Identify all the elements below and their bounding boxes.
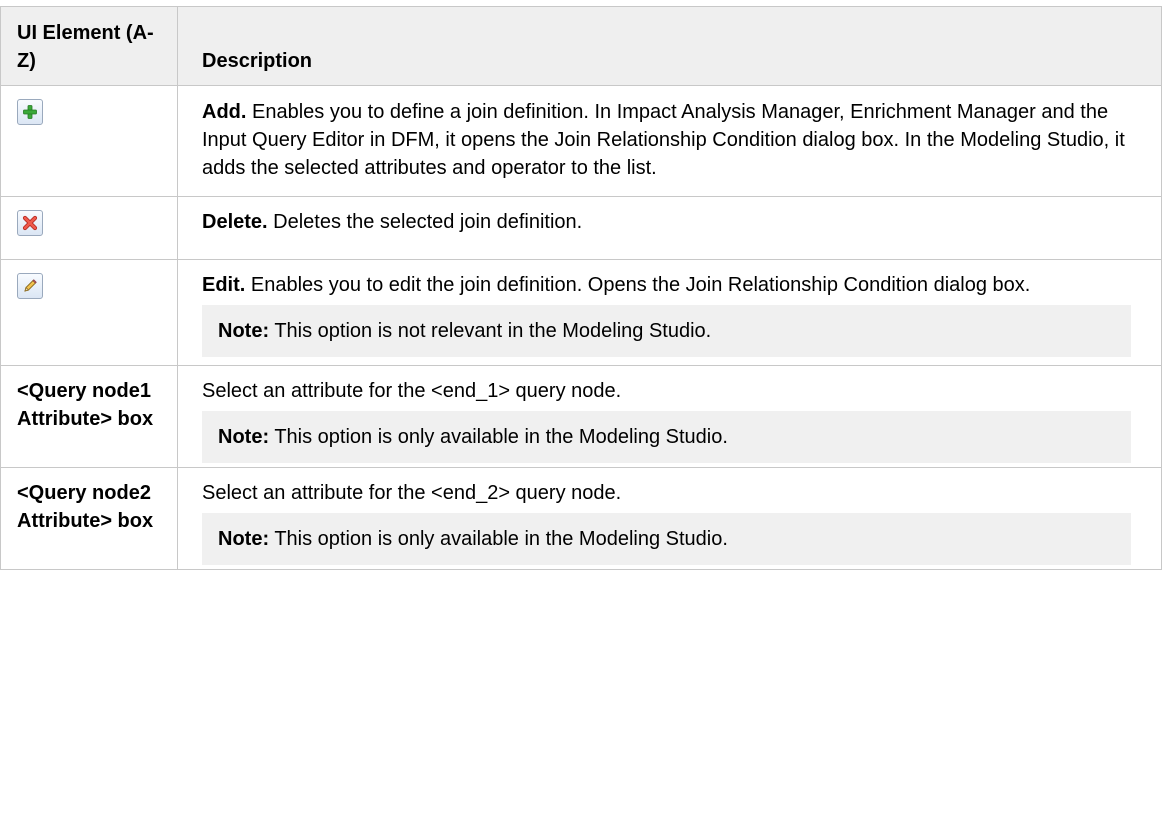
table-row: <Query node1 Attribute> box Select an at… — [0, 365, 1162, 468]
description-text: Deletes the selected join definition. — [273, 211, 583, 233]
column-header-ui-element-label: UI Element (A-Z) — [17, 22, 154, 72]
ui-element-name: <Query node1 Attribute> box — [17, 380, 154, 430]
note-box: Note: This option is only available in t… — [202, 411, 1131, 463]
edit-pencil-icon — [17, 273, 43, 299]
term-label: Edit. — [202, 274, 246, 296]
description-cell: Edit. Enables you to edit the join defin… — [177, 259, 1162, 366]
ui-element-cell — [0, 259, 178, 366]
column-header-description: Description — [177, 6, 1162, 86]
delete-x-icon — [17, 210, 43, 236]
column-header-ui-element: UI Element (A-Z) — [0, 6, 178, 86]
ui-elements-table: UI Element (A-Z) Description Add. Enable… — [0, 6, 1162, 570]
ui-element-name: <Query node2 Attribute> box — [17, 482, 154, 532]
table-header-row: UI Element (A-Z) Description — [0, 6, 1162, 86]
description-text: Select an attribute for the <end_1> quer… — [202, 380, 622, 402]
ui-element-cell — [0, 196, 178, 260]
note-text: This option is not relevant in the Model… — [274, 320, 712, 342]
term-label: Delete. — [202, 211, 268, 233]
ui-element-cell: <Query node2 Attribute> box — [0, 467, 178, 570]
table-row: Add. Enables you to define a join defini… — [0, 85, 1162, 197]
note-text: This option is only available in the Mod… — [274, 426, 728, 448]
add-plus-icon — [17, 99, 43, 125]
description-cell: Select an attribute for the <end_2> quer… — [177, 467, 1162, 570]
note-label: Note: — [218, 320, 270, 342]
note-box: Note: This option is only available in t… — [202, 513, 1131, 565]
description-text: Enables you to edit the join definition.… — [250, 274, 1031, 296]
ui-element-cell: <Query node1 Attribute> box — [0, 365, 178, 468]
table-row: Edit. Enables you to edit the join defin… — [0, 259, 1162, 366]
description-text: Select an attribute for the <end_2> quer… — [202, 482, 622, 504]
description-text: Enables you to define a join definition.… — [202, 101, 1125, 179]
ui-element-cell — [0, 85, 178, 197]
description-cell: Add. Enables you to define a join defini… — [177, 85, 1162, 197]
term-label: Add. — [202, 101, 247, 123]
note-label: Note: — [218, 528, 270, 550]
note-label: Note: — [218, 426, 270, 448]
column-header-description-label: Description — [202, 50, 313, 72]
table-row: <Query node2 Attribute> box Select an at… — [0, 467, 1162, 570]
note-box: Note: This option is not relevant in the… — [202, 305, 1131, 357]
table-row: Delete. Deletes the selected join defini… — [0, 196, 1162, 260]
note-text: This option is only available in the Mod… — [274, 528, 728, 550]
description-cell: Select an attribute for the <end_1> quer… — [177, 365, 1162, 468]
description-cell: Delete. Deletes the selected join defini… — [177, 196, 1162, 260]
